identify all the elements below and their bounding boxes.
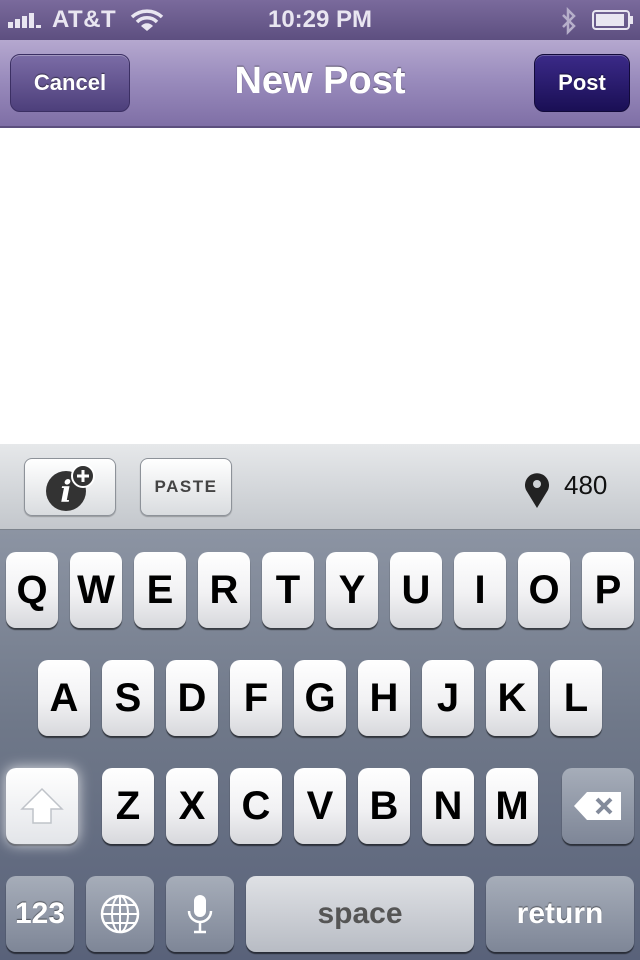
return-key[interactable]: return [486, 876, 634, 952]
key-a[interactable]: A [38, 660, 90, 736]
microphone-key[interactable] [166, 876, 234, 952]
info-plus-icon: i [46, 464, 95, 511]
key-z[interactable]: Z [102, 768, 154, 844]
delete-icon [574, 792, 621, 820]
post-button[interactable]: Post [534, 54, 630, 112]
key-j[interactable]: J [422, 660, 474, 736]
key-u[interactable]: U [390, 552, 442, 628]
key-s[interactable]: S [102, 660, 154, 736]
key-f[interactable]: F [230, 660, 282, 736]
key-c[interactable]: C [230, 768, 282, 844]
numbers-key[interactable]: 123 [6, 876, 74, 952]
shift-key[interactable] [6, 768, 78, 844]
key-d[interactable]: D [166, 660, 218, 736]
battery-icon [592, 10, 633, 30]
key-q[interactable]: Q [6, 552, 58, 628]
key-h[interactable]: H [358, 660, 410, 736]
globe-icon [100, 894, 140, 934]
key-k[interactable]: K [486, 660, 538, 736]
key-g[interactable]: G [294, 660, 346, 736]
space-key[interactable]: space [246, 876, 474, 952]
add-info-button[interactable]: i [24, 458, 116, 516]
key-p[interactable]: P [582, 552, 634, 628]
key-y[interactable]: Y [326, 552, 378, 628]
delete-key[interactable] [562, 768, 634, 844]
status-bar: AT&T 10:29 PM [0, 0, 640, 40]
microphone-icon [187, 895, 213, 934]
key-v[interactable]: V [294, 768, 346, 844]
clock: 10:29 PM [267, 6, 373, 33]
post-text-area[interactable] [0, 128, 640, 444]
bluetooth-icon [562, 7, 576, 35]
navigation-bar: Cancel New Post Post [0, 40, 640, 128]
keyboard-accessory-toolbar: i PASTE 480 [0, 444, 640, 530]
key-w[interactable]: W [70, 552, 122, 628]
key-o[interactable]: O [518, 552, 570, 628]
key-t[interactable]: T [262, 552, 314, 628]
key-e[interactable]: E [134, 552, 186, 628]
key-x[interactable]: X [166, 768, 218, 844]
location-pin-icon[interactable] [522, 470, 552, 510]
svg-text:i: i [60, 475, 71, 510]
key-b[interactable]: B [358, 768, 410, 844]
globe-key[interactable] [86, 876, 154, 952]
key-n[interactable]: N [422, 768, 474, 844]
shift-arrow-icon [20, 787, 64, 824]
character-count: 480 [564, 470, 608, 500]
keyboard: Q W E R T Y U I O P A S D F G H J K L Z … [0, 530, 640, 960]
key-i[interactable]: I [454, 552, 506, 628]
key-m[interactable]: M [486, 768, 538, 844]
key-r[interactable]: R [198, 552, 250, 628]
key-l[interactable]: L [550, 660, 602, 736]
paste-button[interactable]: PASTE [140, 458, 232, 516]
